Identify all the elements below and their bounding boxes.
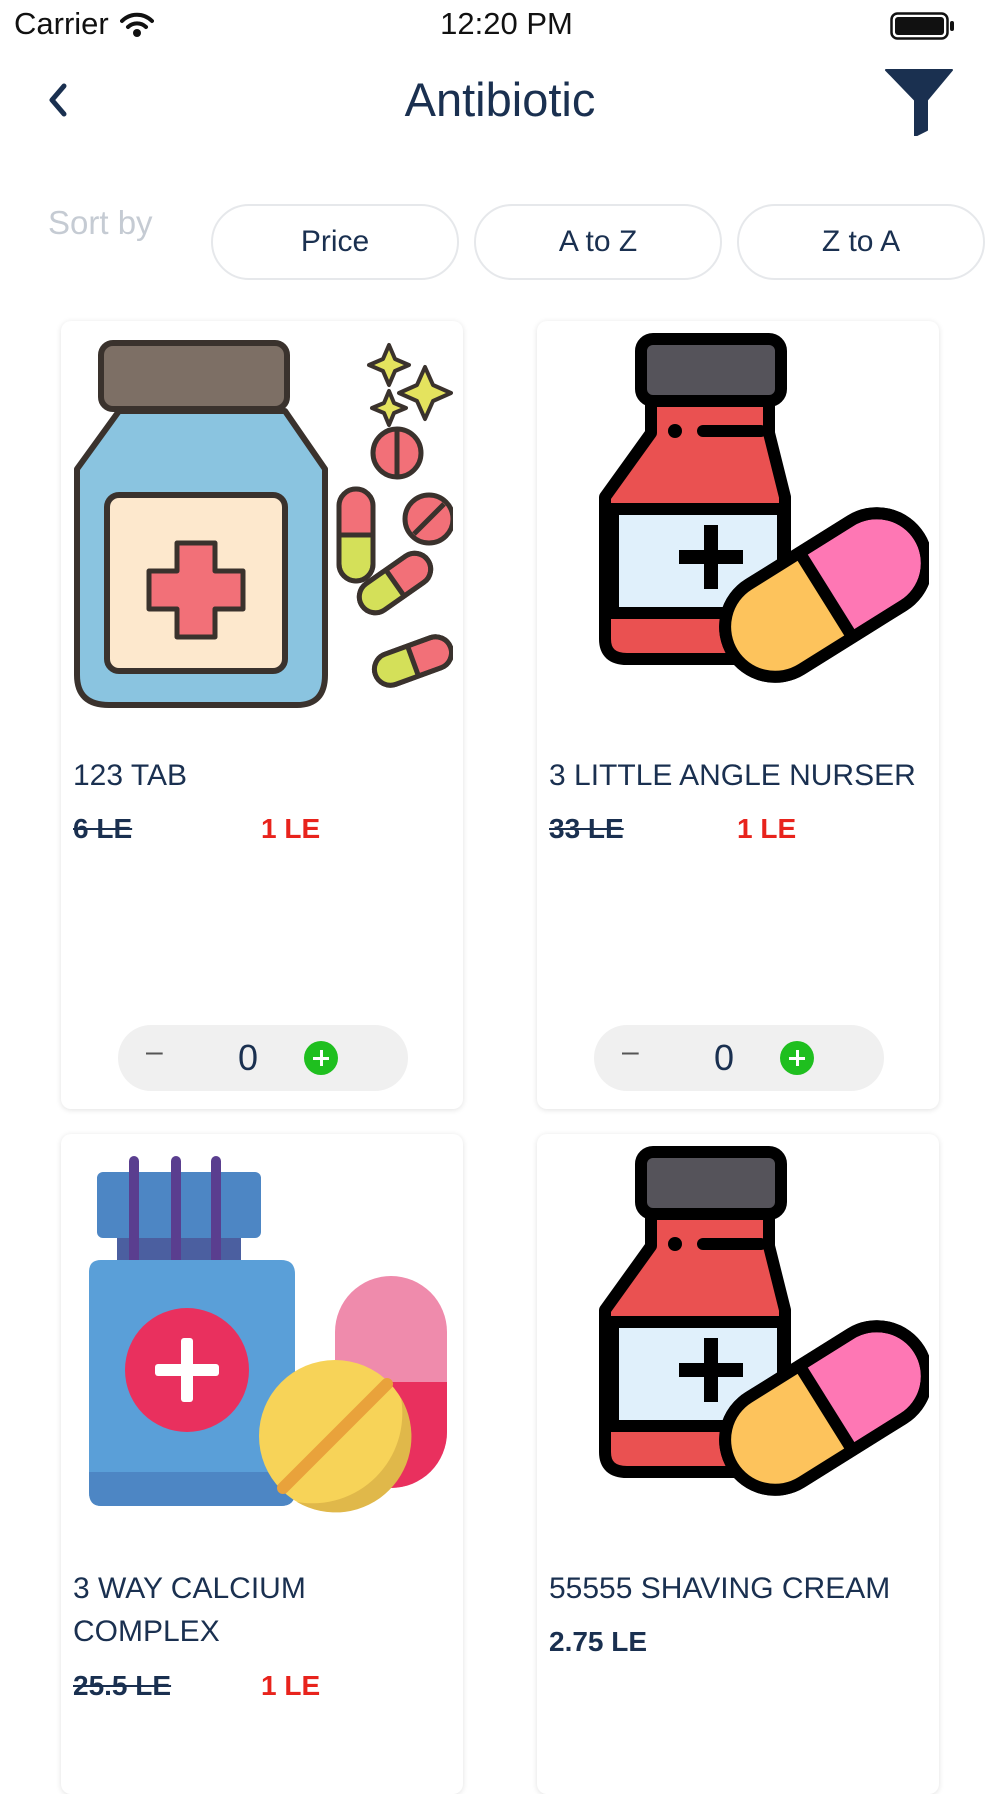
quantity-stepper: – 0 xyxy=(594,1025,884,1091)
medicine-bottle-capsule-icon xyxy=(547,1142,929,1532)
battery-icon xyxy=(890,12,954,40)
quantity-stepper: – 0 xyxy=(118,1025,408,1091)
medicine-bottle-pills-icon xyxy=(74,340,453,708)
sort-z-to-a-button[interactable]: Z to A xyxy=(737,204,985,280)
product-sale-price: 1 LE xyxy=(261,813,321,844)
product-sale-price: 1 LE xyxy=(261,1670,321,1701)
status-bar: Carrier 12:20 PM xyxy=(0,0,1000,52)
product-price: 2.75 LE xyxy=(549,1626,648,1657)
product-card[interactable]: 123 TAB 6 LE 1 LE – 0 xyxy=(61,321,463,1109)
sort-a-to-z-button[interactable]: A to Z xyxy=(474,204,722,280)
product-name[interactable]: 123 TAB xyxy=(73,754,453,797)
plus-icon[interactable] xyxy=(304,1041,338,1075)
product-name[interactable]: 55555 SHAVING CREAM xyxy=(549,1567,929,1610)
product-original-price: 33 LE xyxy=(549,813,624,844)
product-sale-price: 1 LE xyxy=(737,813,797,844)
decrement-button[interactable]: – xyxy=(622,1035,639,1069)
sort-label: Sort by xyxy=(48,204,153,241)
clock: 12:20 PM xyxy=(440,6,573,41)
decrement-button[interactable]: – xyxy=(146,1035,163,1069)
product-card[interactable]: 55555 SHAVING CREAM 2.75 LE xyxy=(537,1134,939,1794)
quantity-value: 0 xyxy=(713,1037,735,1078)
product-name[interactable]: 3 WAY CALCIUM COMPLEX xyxy=(73,1567,453,1653)
product-card[interactable]: 3 LITTLE ANGLE NURSER 33 LE 1 LE – 0 xyxy=(537,321,939,1109)
page-title: Antibiotic xyxy=(404,73,596,126)
medicine-bottle-capsule-icon xyxy=(547,329,929,719)
sort-price-button[interactable]: Price xyxy=(211,204,459,280)
product-original-price: 25.5 LE xyxy=(73,1670,172,1701)
product-original-price: 6 LE xyxy=(73,813,133,844)
plus-icon[interactable] xyxy=(780,1041,814,1075)
vitamin-bottle-pills-icon xyxy=(89,1156,447,1513)
product-card[interactable]: 3 WAY CALCIUM COMPLEX 25.5 LE 1 LE xyxy=(61,1134,463,1794)
filter-icon[interactable] xyxy=(884,66,954,136)
product-name[interactable]: 3 LITTLE ANGLE NURSER xyxy=(549,754,929,797)
quantity-value: 0 xyxy=(237,1037,259,1078)
